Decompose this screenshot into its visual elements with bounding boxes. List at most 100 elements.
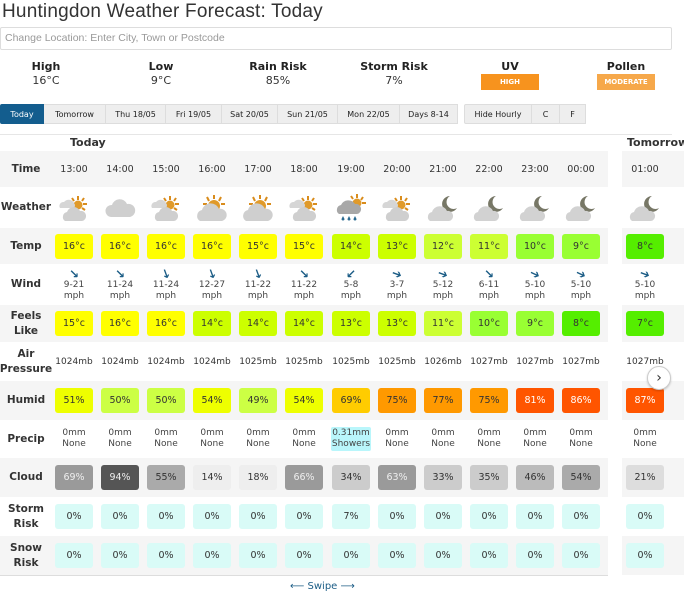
wind-direction-arrow-icon: ↘ (483, 267, 495, 282)
snow-value: 0% (626, 543, 664, 568)
wind-direction-arrow-icon: ↘ (298, 267, 310, 282)
cell-time: 00:00 (558, 151, 604, 187)
hour-time: 17:00 (244, 163, 272, 175)
row-label-line: Like (13, 324, 39, 337)
precip-type: None (292, 439, 316, 449)
wind-unit: mph (340, 290, 362, 301)
fahrenheit-button[interactable]: F (560, 104, 586, 124)
cloud-value: 55% (147, 465, 185, 490)
cell-wind: ↙ 5-8 mph (328, 264, 374, 305)
cell-feels: 15°c (51, 305, 97, 342)
cell-time: 15:00 (143, 151, 189, 187)
feels-value: 7°c (626, 311, 664, 336)
cell-time: 16:00 (189, 151, 235, 187)
humid-value: 77% (424, 388, 462, 413)
cell-feels: 11°c (420, 305, 466, 342)
day-header-today: Today (70, 136, 106, 149)
wind-unit: mph (201, 290, 223, 301)
summary-storm-risk: Storm Risk 7% (354, 60, 434, 87)
row-time: Time 13:00 14:00 15:00 16:00 17:00 18:00 19:00 2… (0, 151, 684, 187)
next-hours-button[interactable]: › (647, 366, 671, 390)
tab-days-8-14[interactable]: Days 8-14 (400, 104, 458, 124)
cell-wind: ↓ 12-27 mph (189, 264, 235, 305)
row-label-line: Humid (6, 394, 46, 407)
cell-cloud: 69% (51, 458, 97, 497)
row-cloud: Cloud 69% 94% 55% 14% 18% 66% 34% 63% 33% 35% 46% 54… (0, 458, 684, 497)
precip-amount: 0mm (569, 428, 593, 439)
pressure-value: 1025mb (332, 356, 370, 367)
row-label-text: Cloud (9, 470, 43, 484)
temp-value: 12°c (424, 233, 462, 259)
row-label-text: Storm Risk (8, 502, 44, 530)
location-search-input[interactable]: Change Location: Enter City, Town or Pos… (0, 27, 672, 50)
row-precip: Precip 0mm None 0mm None 0mm None 0mm None 0mm Non… (0, 420, 684, 458)
wind-value: ↘ 6-11 mph (479, 268, 499, 301)
tab-today[interactable]: Today (0, 104, 44, 124)
humid-value: 87% (626, 388, 664, 413)
cell-precip: 0mm None (143, 420, 189, 458)
precip-amount: 0mm (523, 428, 547, 439)
snow-value: 0% (101, 543, 139, 568)
wind-unit: mph (109, 290, 131, 301)
sun-cloud-big-icon (195, 194, 229, 222)
cell-temp: 9°c (558, 228, 604, 264)
cell-humid: 77% (420, 381, 466, 420)
tab-fri[interactable]: Fri 19/05 (166, 104, 222, 124)
snow-value: 0% (562, 543, 600, 568)
wind-unit: mph (247, 290, 269, 301)
row-label-text: Snow Risk (10, 541, 42, 569)
celsius-button[interactable]: C (532, 104, 560, 124)
row-label-line: Snow (10, 542, 42, 555)
humid-value: 50% (147, 388, 185, 413)
cell-snow: 0% (622, 536, 668, 575)
tab-sun[interactable]: Sun 21/05 (278, 104, 338, 124)
precip-value: 0mm None (154, 428, 177, 450)
cloud-value: 63% (378, 465, 416, 490)
precip-amount: 0mm (246, 428, 270, 439)
feels-value: 14°c (239, 311, 277, 336)
hour-time: 14:00 (106, 163, 134, 175)
cell-storm: 0% (51, 497, 97, 536)
precip-amount: 0mm (200, 428, 224, 439)
tab-mon[interactable]: Mon 22/05 (338, 104, 400, 124)
cell-wind: ↓ 11-22 mph (235, 264, 281, 305)
hide-hourly-button[interactable]: Hide Hourly (464, 104, 532, 124)
humid-value: 54% (285, 388, 323, 413)
day-header-tomorrow: Tomorrow (627, 136, 684, 149)
tab-sat[interactable]: Sat 20/05 (222, 104, 278, 124)
cloud-value: 54% (562, 465, 600, 490)
cell-feels: 13°c (374, 305, 420, 342)
swipe-hint: ⟵ Swipe ⟶ (290, 581, 355, 592)
wind-value: ➔ 3-7 mph (387, 266, 407, 301)
tab-tomorrow[interactable]: Tomorrow (44, 104, 106, 124)
snow-value: 0% (193, 543, 231, 568)
wind-speed: 11-24 (106, 280, 134, 291)
cell-snow: 0% (374, 536, 420, 575)
precip-value: 0.31mm Showers (330, 427, 372, 451)
cell-feels: 14°c (235, 305, 281, 342)
row-label-text: Humid (7, 393, 45, 407)
cell-time: 23:00 (512, 151, 558, 187)
storm-value: 0% (193, 504, 231, 529)
divider (0, 134, 672, 135)
temp-value: 13°c (378, 233, 416, 259)
row-label-cloud: Cloud (0, 458, 52, 497)
low-value: 9°C (150, 74, 172, 87)
precip-value: 0mm None (108, 428, 131, 450)
cell-cloud: 21% (622, 458, 668, 497)
hour-time: 00:00 (567, 163, 595, 175)
cell-time: 17:00 (235, 151, 281, 187)
wind-unit: mph (293, 290, 315, 301)
summary-uv: UV HIGH (470, 60, 550, 90)
pollen-label: Pollen (606, 60, 646, 73)
row-pressure: Air Pressure 1024mb 1024mb 1024mb 1024mb 1025m… (0, 342, 684, 381)
wind-value: ↘ 11-22 mph (291, 268, 317, 301)
cell-cloud: 35% (466, 458, 512, 497)
tab-thu[interactable]: Thu 18/05 (106, 104, 166, 124)
high-value: 16°C (32, 74, 60, 87)
cell-weather (235, 187, 281, 228)
rain-risk-value: 85% (265, 74, 291, 87)
storm-value: 0% (55, 504, 93, 529)
wind-direction-arrow-icon: ↘ (68, 267, 80, 282)
wind-value: ↓ 11-22 mph (245, 266, 271, 301)
